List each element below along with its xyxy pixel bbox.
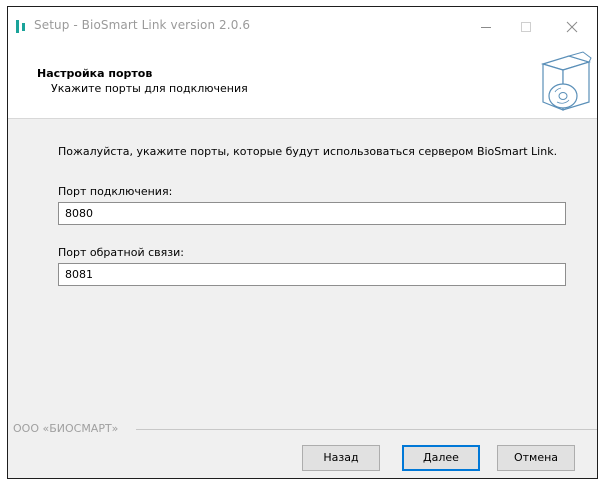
back-button[interactable]: Назад [302,445,380,471]
callback-port-label: Порт обратной связи: [58,246,184,259]
callback-port-input[interactable] [58,263,566,286]
window-title: Setup - BioSmart Link version 2.0.6 [34,18,251,32]
close-button[interactable] [552,15,592,39]
next-button[interactable]: Далее [402,445,480,471]
close-icon [566,21,578,33]
page-title: Настройка портов [37,67,153,80]
company-name: ООО «БИОСМАРТ» [13,422,119,435]
page-subtitle: Укажите порты для подключения [51,82,248,95]
maximize-icon [521,22,531,32]
minimize-icon [481,27,491,28]
connection-port-input[interactable] [58,202,566,225]
setup-window: Setup - BioSmart Link version 2.0.6 Наст… [7,6,598,479]
app-icon [16,20,26,33]
wizard-header: Настройка портов Укажите порты для подкл… [8,46,597,119]
minimize-button[interactable] [466,15,506,39]
maximize-button[interactable] [506,15,546,39]
cd-box-icon [540,51,592,111]
footer-divider [136,429,597,430]
cancel-button[interactable]: Отмена [497,445,575,471]
connection-port-label: Порт подключения: [58,185,173,198]
description-text: Пожалуйста, укажите порты, которые будут… [58,145,558,158]
title-bar[interactable]: Setup - BioSmart Link version 2.0.6 [8,7,597,46]
